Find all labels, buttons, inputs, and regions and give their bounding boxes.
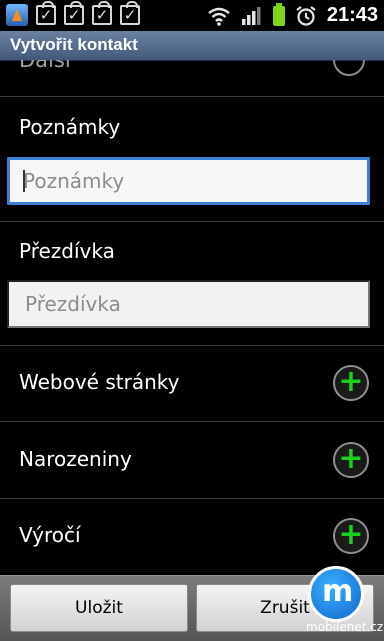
watermark-logo: m mobilenet.cz: [302, 560, 384, 640]
divider: [0, 421, 384, 422]
app-launcher-icon: [6, 4, 28, 26]
nickname-input[interactable]: [7, 280, 370, 328]
watermark-text: mobilenet.cz: [306, 620, 384, 634]
add-anniversary-button[interactable]: +: [333, 518, 369, 554]
logo-letter: m: [322, 574, 354, 609]
shopping-bag-icon: ✓: [120, 1, 140, 25]
contact-form[interactable]: Další Poznámky Přezdívka Webové stránky …: [0, 60, 384, 575]
save-button[interactable]: Uložit: [10, 584, 188, 632]
section-more-label: Další: [19, 60, 71, 72]
add-anniversary-label: Výročí: [19, 523, 81, 547]
divider: [0, 96, 384, 97]
add-birthday-label: Narozeniny: [19, 447, 132, 471]
shopping-bag-icon: ✓: [36, 1, 56, 25]
section-more[interactable]: Další: [0, 60, 384, 96]
shopping-bag-icon: ✓: [92, 1, 112, 25]
signal-icon: [241, 6, 261, 25]
status-time: 21:43: [326, 4, 378, 26]
expand-icon[interactable]: [333, 60, 365, 76]
text-caret: [23, 170, 25, 192]
divider: [0, 221, 384, 222]
notes-label: Poznámky: [19, 115, 121, 139]
add-website-button[interactable]: +: [333, 365, 369, 401]
add-website-row[interactable]: Webové stránky +: [0, 346, 384, 422]
battery-icon: [272, 2, 285, 26]
add-website-label: Webové stránky: [19, 370, 180, 394]
shopping-bag-icon: ✓: [64, 1, 84, 25]
alarm-icon: [296, 5, 316, 26]
wifi-icon: [208, 7, 230, 26]
page-title: Vytvořit kontakt: [10, 35, 138, 54]
nickname-label: Přezdívka: [19, 239, 115, 263]
title-bar: Vytvořit kontakt: [0, 31, 384, 61]
notes-input[interactable]: [7, 157, 370, 205]
add-birthday-row[interactable]: Narozeniny +: [0, 423, 384, 499]
add-birthday-button[interactable]: +: [333, 442, 369, 478]
status-bar: ✓ ✓ ✓ ✓ 21:43: [0, 0, 384, 31]
